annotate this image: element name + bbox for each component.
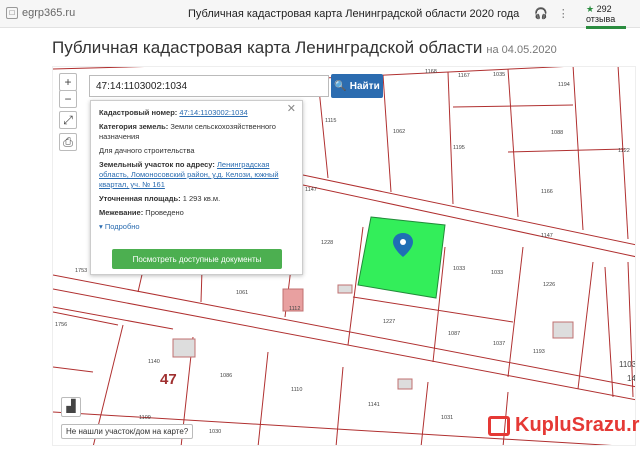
parcel-label: 14 [627, 374, 636, 383]
parcel-label: 1193 [533, 349, 545, 355]
rating-bar [586, 26, 626, 29]
address-label: Земельный участок по адресу: [99, 160, 215, 169]
parcel-label: 1031 [441, 415, 453, 421]
close-icon[interactable]: ✕ [287, 104, 296, 115]
parcel-info-popup: ✕ Кадастровый номер: 47:14:1103002:1034 … [90, 100, 303, 275]
reviews-badge[interactable]: ★ 292 отзыва [586, 4, 640, 29]
parcel-label: 1141 [368, 402, 380, 408]
parcel-label: 1140 [148, 359, 160, 365]
parcel-label: 1112 [289, 306, 300, 312]
parcel-label: 1110 [291, 387, 302, 393]
parcel-label: 1037 [493, 341, 505, 347]
cad-number-label: Кадастровый номер: [99, 108, 178, 117]
details-link[interactable]: ▾ Подробно [99, 222, 294, 232]
parcel-label: 1030 [209, 429, 221, 435]
page-title-text: Публичная кадастровая карта Ленинградско… [52, 38, 483, 57]
category-label: Категория земель: [99, 122, 169, 131]
fullscreen-button[interactable]: ⤢ [59, 111, 77, 129]
parcel-label: 1756 [55, 322, 67, 328]
use-value: Для дачного строительства [99, 146, 195, 155]
parcel-label: 1227 [383, 319, 395, 325]
selected-parcel[interactable] [357, 216, 446, 299]
zoom-in-button[interactable]: + [59, 73, 77, 91]
search-icon: 🔍 [334, 80, 347, 92]
parcel-label: 1033 [491, 270, 503, 276]
details-link-label: Подробно [104, 222, 140, 231]
parcel-label: 1226 [543, 282, 555, 288]
parcel-label: 1087 [448, 331, 460, 337]
cart-icon [488, 415, 510, 436]
search-button[interactable]: 🔍 Найти [331, 74, 383, 98]
menu-icon[interactable]: ⋮ [558, 7, 569, 20]
not-found-link[interactable]: Не нашли участок/дом на карте? [61, 424, 194, 439]
parcel-label: 1103 [619, 360, 636, 369]
address-row: Земельный участок по адресу: Ленинградск… [99, 160, 294, 190]
zoom-out-button[interactable]: − [59, 90, 77, 108]
parcel-label: 1061 [236, 290, 248, 296]
parcel-label: 1088 [551, 130, 563, 136]
parcel-label: 1122 [618, 148, 630, 154]
parcel-label: 1086 [220, 373, 232, 379]
parcel-label: 1147 [541, 233, 553, 239]
parcel-label: 1035 [493, 72, 505, 78]
parcel-label: 1195 [453, 145, 465, 151]
page-icon: □ [6, 7, 18, 19]
cad-number-row: Кадастровый номер: 47:14:1103002:1034 [99, 108, 294, 118]
watermark-text: KupluSrazu.ru [515, 414, 640, 436]
parcel-label: 1115 [325, 118, 336, 124]
expand-icon: ⤢ [63, 113, 73, 127]
survey-label: Межевание: [99, 208, 144, 217]
parcel-label: 1753 [75, 268, 87, 274]
area-value: 1 293 кв.м. [182, 194, 221, 203]
parcel-label: 1168 [425, 69, 437, 75]
parcel-label: 1194 [558, 82, 570, 88]
quarter-label: 47 [160, 371, 177, 388]
parcel-label: 1109 [139, 415, 151, 421]
watermark: KupluSrazu.ru [488, 414, 640, 437]
page-title: Публичная кадастровая карта Ленинградско… [52, 38, 557, 58]
search-input[interactable] [89, 75, 329, 97]
search-button-label: Найти [349, 80, 380, 92]
layers-button[interactable]: ▟ [61, 397, 81, 417]
site-link[interactable]: □ egrp365.ru [6, 7, 75, 19]
top-bar: □ egrp365.ru Публичная кадастровая карта… [0, 0, 640, 29]
site-name: egrp365.ru [22, 7, 76, 19]
headphones-icon[interactable]: 🎧 [534, 7, 548, 20]
parcel-label: 1033 [453, 266, 465, 272]
chevron-down-icon: ▾ [99, 222, 103, 231]
print-button[interactable]: ⎙ [59, 133, 77, 151]
area-label: Уточненная площадь: [99, 194, 181, 203]
page-date: на 04.05.2020 [486, 44, 557, 56]
view-documents-button[interactable]: Посмотреть доступные документы [112, 249, 282, 269]
page-tab-title: Публичная кадастровая карта Ленинградско… [188, 8, 520, 20]
category-row: Категория земель: Земли сельскохозяйстве… [99, 122, 294, 142]
parcel-label: 1166 [541, 189, 553, 195]
reviews-label: отзыва [586, 14, 616, 24]
layers-icon: ▟ [66, 399, 76, 413]
parcel-label: 1167 [458, 73, 470, 79]
area-row: Уточненная площадь: 1 293 кв.м. [99, 194, 294, 204]
cad-number-link[interactable]: 47:14:1103002:1034 [179, 108, 247, 117]
survey-value: Проведено [145, 208, 184, 217]
printer-icon: ⎙ [63, 135, 73, 149]
reviews-count: 292 [596, 4, 612, 14]
star-icon: ★ [586, 4, 595, 14]
parcel-label: 1062 [393, 129, 405, 135]
parcel-label: 1147 [305, 187, 317, 193]
top-icons: 🎧 ⋮ [534, 7, 569, 20]
parcel-label: 1228 [321, 240, 333, 246]
cadastral-map[interactable]: 1168 1167 1035 1194 1115 1062 1195 1088 … [52, 66, 636, 446]
survey-row: Межевание: Проведено [99, 208, 294, 218]
